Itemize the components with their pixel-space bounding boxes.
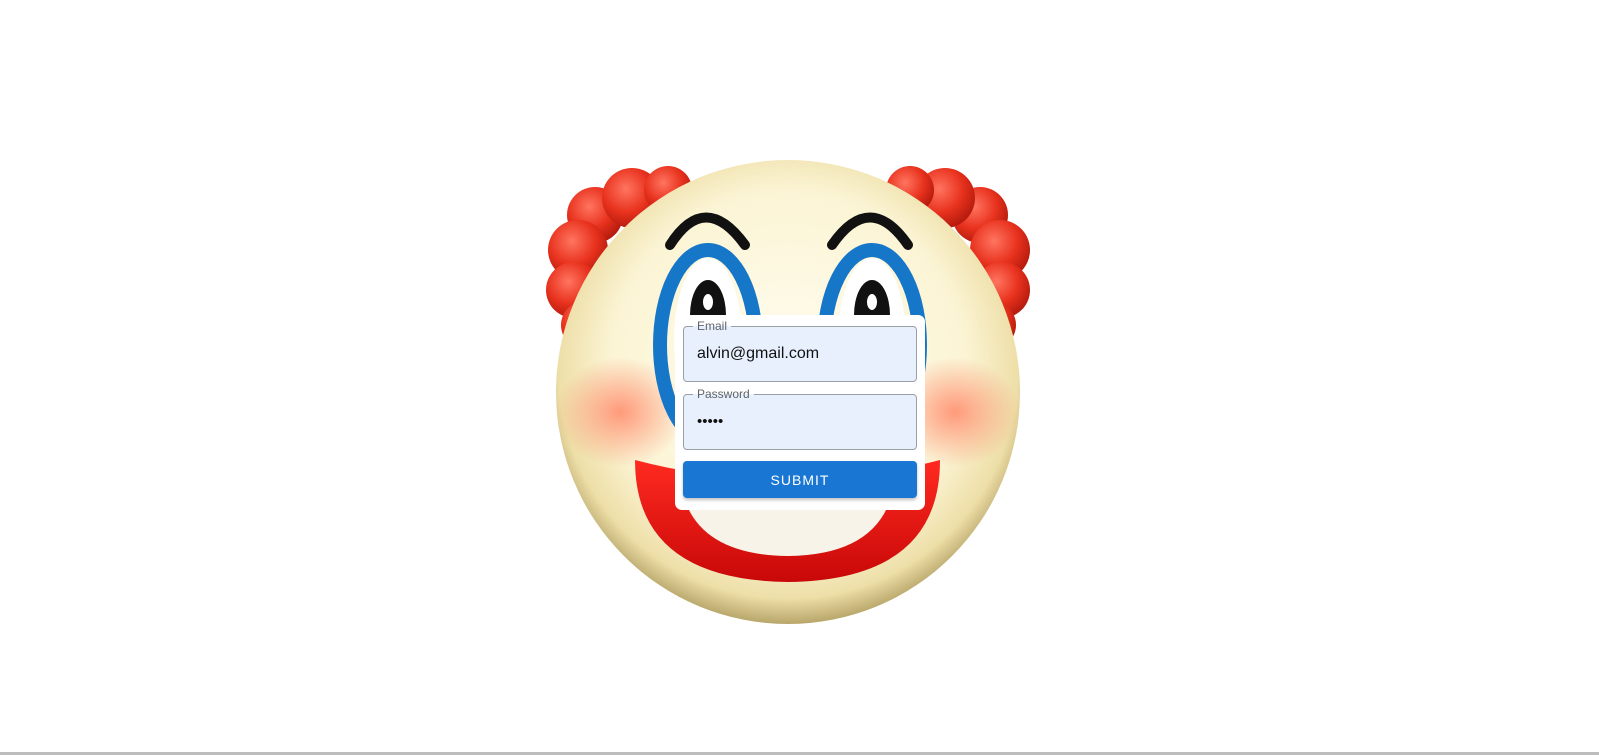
password-value[interactable]: ••••• [697,412,723,432]
email-field[interactable]: Email alvin@gmail.com [683,319,917,382]
email-label: Email [693,319,732,333]
password-field[interactable]: Password ••••• [683,387,917,450]
login-form: Email alvin@gmail.com Password ••••• SUB… [675,315,925,510]
page: Email alvin@gmail.com Password ••••• SUB… [0,0,1599,755]
email-value[interactable]: alvin@gmail.com [697,344,819,364]
submit-button[interactable]: SUBMIT [683,461,917,498]
password-label: Password [693,387,754,401]
